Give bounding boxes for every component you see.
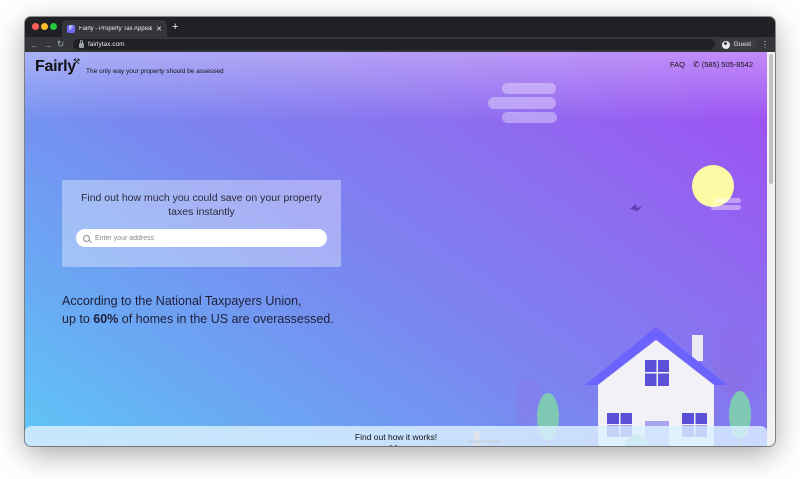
page-content: Fairly ⚒ The only way your property shou… — [25, 52, 767, 446]
tab-close-icon[interactable]: ✕ — [156, 25, 162, 33]
savings-card: Find out how much you could save on your… — [62, 180, 341, 267]
faq-link[interactable]: FAQ — [670, 60, 685, 69]
stat-suffix: of homes in the US are overassessed. — [118, 312, 334, 326]
how-it-works-bar[interactable]: Find out how it works! — [25, 426, 767, 446]
profile-button[interactable]: Guest — [719, 39, 757, 50]
favicon-icon: F — [67, 24, 75, 33]
stat-line-2: up to 60% of homes in the US are overass… — [62, 312, 334, 326]
address-search[interactable] — [76, 229, 327, 247]
tab-strip: F Fairly - Property Tax Appeals ✕ + — [25, 17, 775, 37]
address-bar[interactable]: fairlytax.com — [73, 39, 715, 50]
sun-illustration — [692, 165, 741, 210]
scrollbar[interactable] — [767, 52, 775, 446]
cloud-illustration — [502, 112, 557, 123]
stat-percentage: 60% — [93, 312, 119, 326]
browser-window: F Fairly - Property Tax Appeals ✕ + ← → … — [25, 17, 775, 446]
maximize-window-button[interactable] — [50, 23, 57, 30]
user-icon — [721, 40, 730, 49]
back-icon[interactable]: ← — [28, 40, 41, 50]
how-it-works-label: Find out how it works! — [354, 432, 438, 442]
scrollbar-thumb[interactable] — [769, 54, 773, 184]
phone-link[interactable]: ✆ (585) 505-8542 — [693, 60, 753, 69]
reload-icon[interactable]: ↻ — [54, 39, 67, 50]
stat-line-1: According to the National Taxpayers Unio… — [62, 294, 302, 308]
gavel-icon: ⚒ — [73, 57, 81, 66]
logo[interactable]: Fairly — [35, 58, 76, 76]
forward-icon[interactable]: → — [41, 40, 54, 50]
minimize-window-button[interactable] — [41, 23, 48, 30]
url-text: fairlytax.com — [88, 41, 125, 48]
tagline: The only way your property should be ass… — [86, 68, 224, 75]
address-input[interactable] — [95, 234, 305, 242]
profile-label: Guest — [733, 41, 751, 48]
savings-heading: Find out how much you could save on your… — [80, 192, 323, 218]
search-icon — [83, 234, 90, 242]
stat-prefix: up to — [62, 312, 94, 326]
browser-toolbar: ← → ↻ fairlytax.com Guest ⋮ — [25, 37, 775, 52]
cloud-illustration — [488, 97, 556, 109]
chevron-down-icon[interactable] — [389, 441, 398, 446]
cloud-illustration — [502, 83, 556, 94]
browser-tab[interactable]: F Fairly - Property Tax Appeals ✕ — [62, 20, 167, 37]
new-tab-icon[interactable]: + — [172, 21, 178, 33]
phone-icon: ✆ — [693, 60, 700, 69]
close-window-button[interactable] — [32, 23, 39, 30]
tab-title: Fairly - Property Tax Appeals — [79, 25, 153, 32]
phone-number: (585) 505-8542 — [701, 60, 753, 69]
bird-icon — [630, 204, 642, 211]
more-menu-icon[interactable]: ⋮ — [761, 39, 769, 50]
lock-icon — [79, 39, 84, 48]
